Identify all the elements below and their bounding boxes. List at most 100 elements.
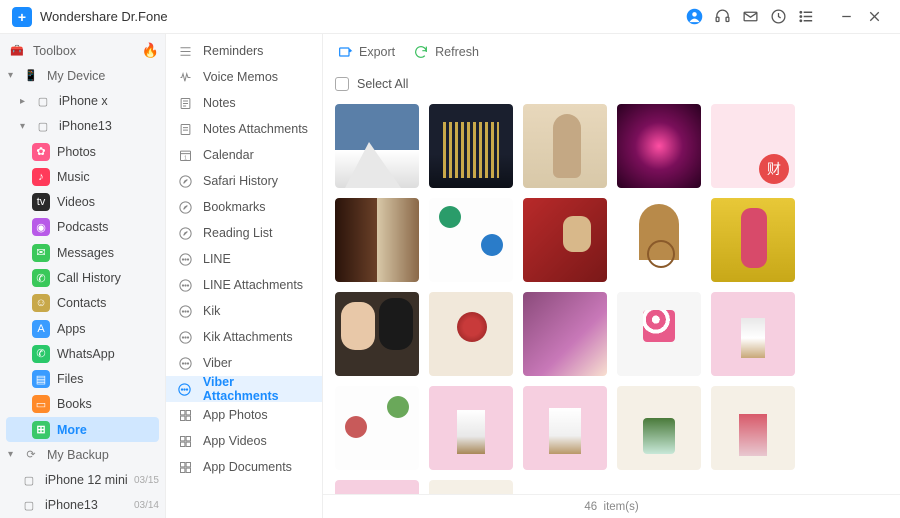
mid-kik[interactable]: Kik — [166, 298, 322, 324]
sidebar-device-iphonex[interactable]: ▸ ▢ iPhone x — [0, 89, 165, 114]
chat-icon — [176, 278, 194, 293]
select-all-checkbox[interactable] — [335, 77, 349, 91]
mid-appdocs[interactable]: App Documents — [166, 454, 322, 480]
thumbnail[interactable] — [711, 198, 795, 282]
thumbnail[interactable] — [335, 292, 419, 376]
sidebar-cat-podcasts[interactable]: ◉ Podcasts — [0, 215, 165, 240]
account-icon[interactable] — [680, 3, 708, 31]
mid-label: Kik Attachments — [203, 330, 293, 344]
thumbnail[interactable] — [429, 104, 513, 188]
mid-voicememos[interactable]: Voice Memos — [166, 64, 322, 90]
thumbnail[interactable] — [429, 198, 513, 282]
notesatt-icon — [176, 122, 194, 137]
main-panel: Export Refresh Select All — [323, 34, 900, 518]
mid-label: Safari History — [203, 174, 278, 188]
phone-icon: ▢ — [20, 471, 38, 489]
mid-bookmarks[interactable]: Bookmarks — [166, 194, 322, 220]
chevron-right-icon: ▸ — [20, 96, 32, 107]
mid-readinglist[interactable]: Reading List — [166, 220, 322, 246]
mid-calendar[interactable]: 1Calendar — [166, 142, 322, 168]
app-title: Wondershare Dr.Fone — [40, 9, 168, 24]
more-icon: ⊞ — [32, 421, 50, 439]
podcasts-icon: ◉ — [32, 218, 50, 236]
chevron-down-icon: ▾ — [8, 70, 20, 81]
thumbnail[interactable] — [711, 292, 795, 376]
mid-notesatt[interactable]: Notes Attachments — [166, 116, 322, 142]
mid-safari[interactable]: Safari History — [166, 168, 322, 194]
sidebar-my-device[interactable]: ▾ 📱 My Device — [0, 63, 165, 88]
svg-text:1: 1 — [184, 155, 187, 161]
sidebar-label: My Device — [47, 69, 105, 83]
mid-viberatt[interactable]: Viber Attachments — [166, 376, 322, 402]
thumbnail[interactable] — [617, 198, 701, 282]
select-all-row[interactable]: Select All — [323, 70, 900, 98]
sidebar-backup-0[interactable]: ▢ iPhone 12 mini 03/15 — [0, 468, 165, 493]
sidebar-my-backup[interactable]: ▾ ⟳ My Backup — [0, 442, 165, 467]
grid-icon — [176, 460, 194, 475]
toolbar-label: Refresh — [435, 45, 479, 59]
thumbnail[interactable] — [523, 198, 607, 282]
list-icon[interactable] — [792, 3, 820, 31]
messages-icon: ✉ — [32, 244, 50, 262]
mid-label: LINE Attachments — [203, 278, 303, 292]
thumbnail[interactable] — [429, 480, 513, 494]
mid-kikatt[interactable]: Kik Attachments — [166, 324, 322, 350]
minimize-button[interactable] — [832, 3, 860, 31]
mid-notes[interactable]: Notes — [166, 90, 322, 116]
voice-icon — [176, 70, 194, 85]
thumbnail[interactable] — [523, 386, 607, 470]
chat-icon — [176, 356, 194, 371]
sidebar-cat-whatsapp[interactable]: ✆WhatsApp — [0, 341, 165, 366]
sidebar-label: Books — [57, 397, 92, 411]
thumbnail[interactable] — [429, 292, 513, 376]
thumbnail[interactable] — [617, 104, 701, 188]
sidebar-toolbox[interactable]: 🧰 Toolbox 🔥 — [0, 38, 165, 63]
sidebar-cat-callhistory[interactable]: ✆Call History — [0, 265, 165, 290]
sidebar-cat-contacts[interactable]: ☺Contacts — [0, 291, 165, 316]
sidebar-label: Toolbox — [33, 44, 76, 58]
refresh-icon — [413, 44, 429, 60]
thumbnail[interactable] — [523, 104, 607, 188]
mid-reminders[interactable]: Reminders — [166, 38, 322, 64]
close-button[interactable] — [860, 3, 888, 31]
mid-label: Reading List — [203, 226, 273, 240]
sidebar-cat-messages[interactable]: ✉Messages — [0, 240, 165, 265]
mid-appvideos[interactable]: App Videos — [166, 428, 322, 454]
thumbnail[interactable] — [523, 292, 607, 376]
item-count: 46 — [584, 501, 597, 513]
sidebar-cat-photos[interactable]: ✿Photos — [0, 139, 165, 164]
sidebar-cat-music[interactable]: ♪Music — [0, 164, 165, 189]
mid-appphotos[interactable]: App Photos — [166, 402, 322, 428]
thumbnail[interactable] — [711, 104, 795, 188]
thumbnail[interactable] — [429, 386, 513, 470]
mid-line[interactable]: LINE — [166, 246, 322, 272]
mid-lineatt[interactable]: LINE Attachments — [166, 272, 322, 298]
mid-label: App Documents — [203, 460, 292, 474]
export-icon — [337, 44, 353, 60]
mid-viber[interactable]: Viber — [166, 350, 322, 376]
sidebar-device-iphone13[interactable]: ▾ ▢ iPhone13 — [0, 114, 165, 139]
history-icon[interactable] — [764, 3, 792, 31]
calendar-icon: 1 — [176, 148, 194, 163]
sidebar-cat-books[interactable]: ▭Books — [0, 392, 165, 417]
thumbnail[interactable] — [335, 386, 419, 470]
thumbnail[interactable] — [711, 386, 795, 470]
thumbnail[interactable] — [335, 480, 419, 494]
mid-label: Notes — [203, 96, 236, 110]
chat-icon — [176, 252, 194, 267]
thumbnail[interactable] — [335, 198, 419, 282]
sidebar-label: Podcasts — [57, 220, 108, 234]
sidebar-cat-apps[interactable]: AApps — [0, 316, 165, 341]
export-button[interactable]: Export — [337, 44, 395, 60]
sidebar-backup-1[interactable]: ▢ iPhone13 03/14 — [0, 493, 165, 518]
mail-icon[interactable] — [736, 3, 764, 31]
thumbnail[interactable] — [617, 386, 701, 470]
headset-icon[interactable] — [708, 3, 736, 31]
refresh-button[interactable]: Refresh — [413, 44, 479, 60]
sidebar-cat-more[interactable]: ⊞More — [6, 417, 159, 442]
thumbnail[interactable] — [617, 292, 701, 376]
sidebar-cat-videos[interactable]: tvVideos — [0, 190, 165, 215]
sidebar-cat-files[interactable]: ▤Files — [0, 366, 165, 391]
phone-icon: ▢ — [20, 496, 38, 514]
thumbnail[interactable] — [335, 104, 419, 188]
